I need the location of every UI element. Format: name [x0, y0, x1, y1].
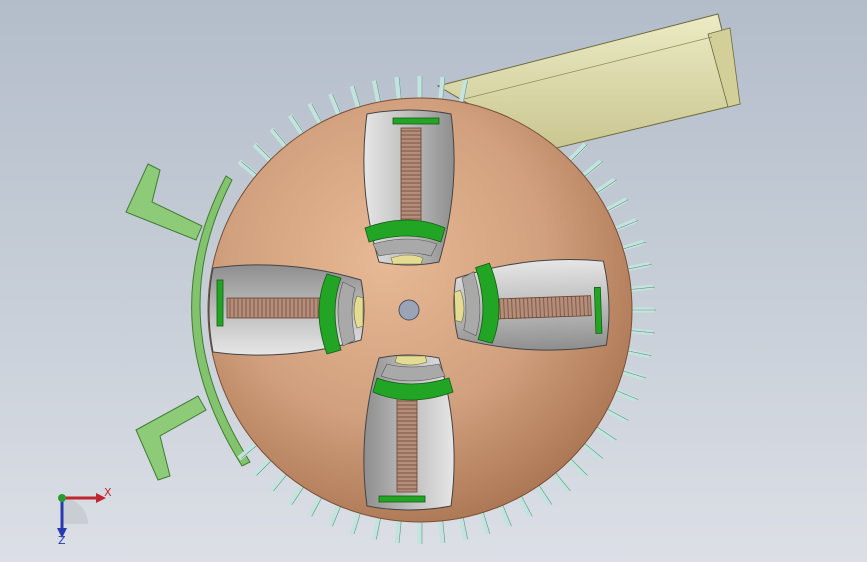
fin — [287, 483, 306, 506]
fin-edge — [596, 426, 617, 441]
fin-edge — [607, 199, 629, 212]
fin — [307, 494, 324, 518]
fin — [580, 159, 603, 179]
fin-edge — [570, 144, 588, 162]
fin — [613, 388, 638, 402]
slot-top-tab — [392, 117, 440, 125]
fin-edge — [584, 161, 604, 178]
fin — [593, 177, 616, 196]
blade-slot[interactable] — [208, 264, 365, 356]
fin — [349, 510, 362, 535]
x-axis-label: X — [104, 486, 112, 499]
blade-slot[interactable] — [452, 258, 610, 354]
fin — [620, 368, 645, 381]
fin — [625, 261, 650, 272]
fin-edge — [607, 408, 629, 421]
yellow-lip — [353, 295, 364, 329]
fin — [593, 424, 616, 443]
fin — [269, 127, 289, 150]
fin — [604, 406, 628, 423]
fin — [287, 114, 306, 137]
fin — [307, 102, 324, 126]
fin-edge — [584, 442, 604, 459]
orientation-triad: X Z — [57, 486, 112, 547]
fin — [438, 76, 446, 102]
z-axis-label: Z — [58, 534, 66, 547]
center-hub[interactable] — [398, 299, 420, 321]
fin — [371, 80, 382, 105]
slot-top-tab — [593, 286, 603, 334]
y-axis-dot — [58, 494, 66, 502]
fin — [458, 515, 469, 540]
fin — [394, 76, 402, 102]
yellow-lip — [394, 355, 428, 366]
fin — [516, 494, 533, 518]
fin — [551, 470, 571, 493]
fin — [269, 470, 289, 493]
fin — [394, 518, 402, 544]
graphics-viewport[interactable]: X Z — [0, 0, 867, 562]
fin — [620, 239, 645, 252]
fin — [534, 483, 553, 506]
fin — [237, 159, 260, 179]
fin — [625, 348, 650, 359]
yellow-lip — [390, 254, 424, 265]
fin — [613, 218, 638, 232]
fin — [371, 515, 382, 540]
slot-top-tab — [378, 495, 426, 503]
fin — [566, 456, 588, 478]
fin — [328, 92, 342, 117]
fin — [328, 503, 342, 528]
fin — [498, 503, 512, 528]
fin-edge — [554, 472, 571, 492]
fin — [580, 441, 603, 461]
fin — [438, 518, 446, 544]
fin — [252, 456, 274, 478]
fin — [478, 510, 491, 535]
blade-slot[interactable] — [363, 354, 455, 511]
blade-slot[interactable] — [363, 109, 455, 266]
fin — [604, 197, 628, 214]
fin-edge — [596, 179, 617, 194]
fin — [566, 142, 588, 164]
mounting-bracket-top[interactable] — [125, 163, 203, 241]
fin-edge — [570, 458, 588, 476]
cad-model-view[interactable] — [0, 0, 867, 562]
fin — [349, 85, 362, 110]
fin — [252, 142, 274, 164]
mounting-bracket-bottom[interactable] — [135, 395, 207, 481]
slot-top-tab — [216, 279, 224, 327]
